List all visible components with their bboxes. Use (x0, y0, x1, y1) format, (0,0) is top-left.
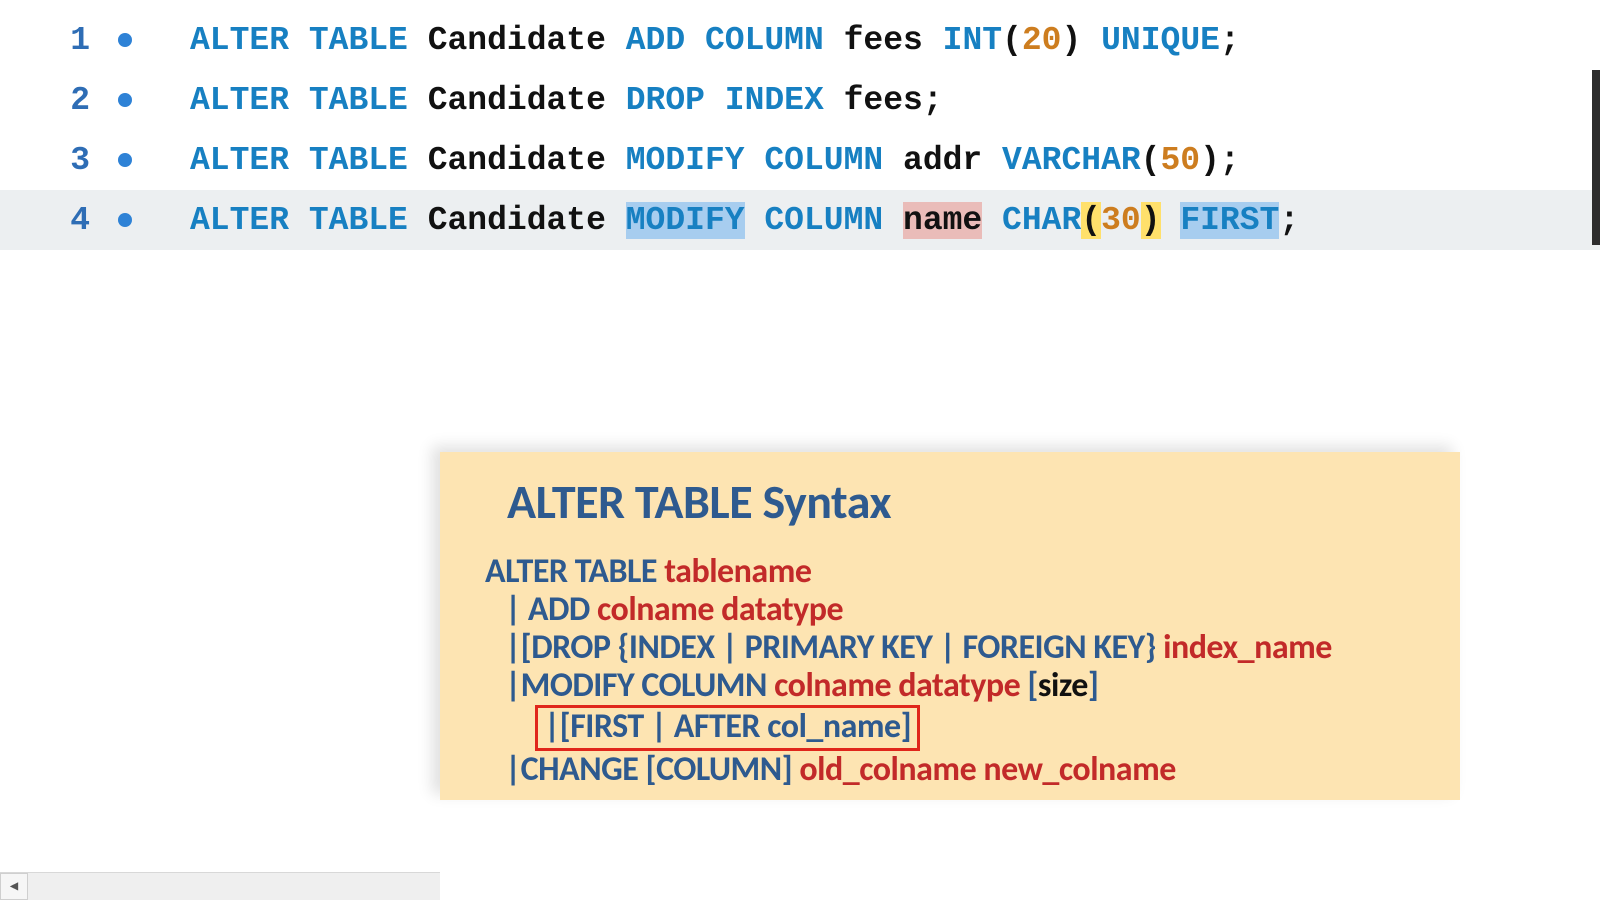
syntax-line-3: |[DROP {INDEX | PRIMARY KEY | FOREIGN KE… (485, 629, 1415, 667)
code-line[interactable]: 2 ALTER TABLE Candidate DROP INDEX fees; (0, 70, 1600, 130)
code-area[interactable]: 1 ALTER TABLE Candidate ADD COLUMN fees I… (0, 0, 1600, 250)
dot-icon (118, 153, 132, 167)
statement-marker (100, 93, 150, 107)
code-line[interactable]: 4 ALTER TABLE Candidate MODIFY COLUMN nam… (0, 190, 1600, 250)
code-text[interactable]: ALTER TABLE Candidate DROP INDEX fees; (150, 82, 943, 119)
chevron-left-icon: ◀ (10, 878, 18, 895)
dot-icon (118, 33, 132, 47)
horizontal-scrollbar[interactable]: ◀ (0, 872, 440, 900)
code-line[interactable]: 1 ALTER TABLE Candidate ADD COLUMN fees I… (0, 10, 1600, 70)
syntax-tooltip: ALTER TABLE Syntax ALTER TABLE tablename… (440, 452, 1460, 800)
sql-editor: 1 ALTER TABLE Candidate ADD COLUMN fees I… (0, 0, 1600, 900)
dot-icon (118, 213, 132, 227)
line-number: 3 (0, 142, 100, 179)
statement-marker (100, 213, 150, 227)
dot-icon (118, 93, 132, 107)
code-text[interactable]: ALTER TABLE Candidate ADD COLUMN fees IN… (150, 22, 1240, 59)
right-edge-decoration (1592, 70, 1600, 245)
statement-marker (100, 153, 150, 167)
tooltip-title: ALTER TABLE Syntax (485, 472, 1415, 531)
line-number: 4 (0, 202, 100, 239)
statement-marker (100, 33, 150, 47)
code-line[interactable]: 3 ALTER TABLE Candidate MODIFY COLUMN add… (0, 130, 1600, 190)
syntax-line-2: | ADD colname datatype (485, 591, 1415, 629)
code-text[interactable]: ALTER TABLE Candidate MODIFY COLUMN name… (150, 202, 1299, 239)
line-number: 1 (0, 22, 100, 59)
scroll-left-button[interactable]: ◀ (0, 873, 28, 900)
code-text[interactable]: ALTER TABLE Candidate MODIFY COLUMN addr… (150, 142, 1240, 179)
syntax-line-5: |[FIRST | AFTER col_name] (485, 705, 1415, 751)
syntax-line-1: ALTER TABLE tablename (485, 553, 1415, 591)
tooltip-body: ALTER TABLE tablename | ADD colname data… (485, 553, 1415, 789)
syntax-line-4: |MODIFY COLUMN colname datatype [size] (485, 667, 1415, 705)
syntax-line-6: |CHANGE [COLUMN] old_colname new_colname (485, 751, 1415, 789)
line-number: 2 (0, 82, 100, 119)
scroll-track[interactable] (28, 873, 440, 900)
